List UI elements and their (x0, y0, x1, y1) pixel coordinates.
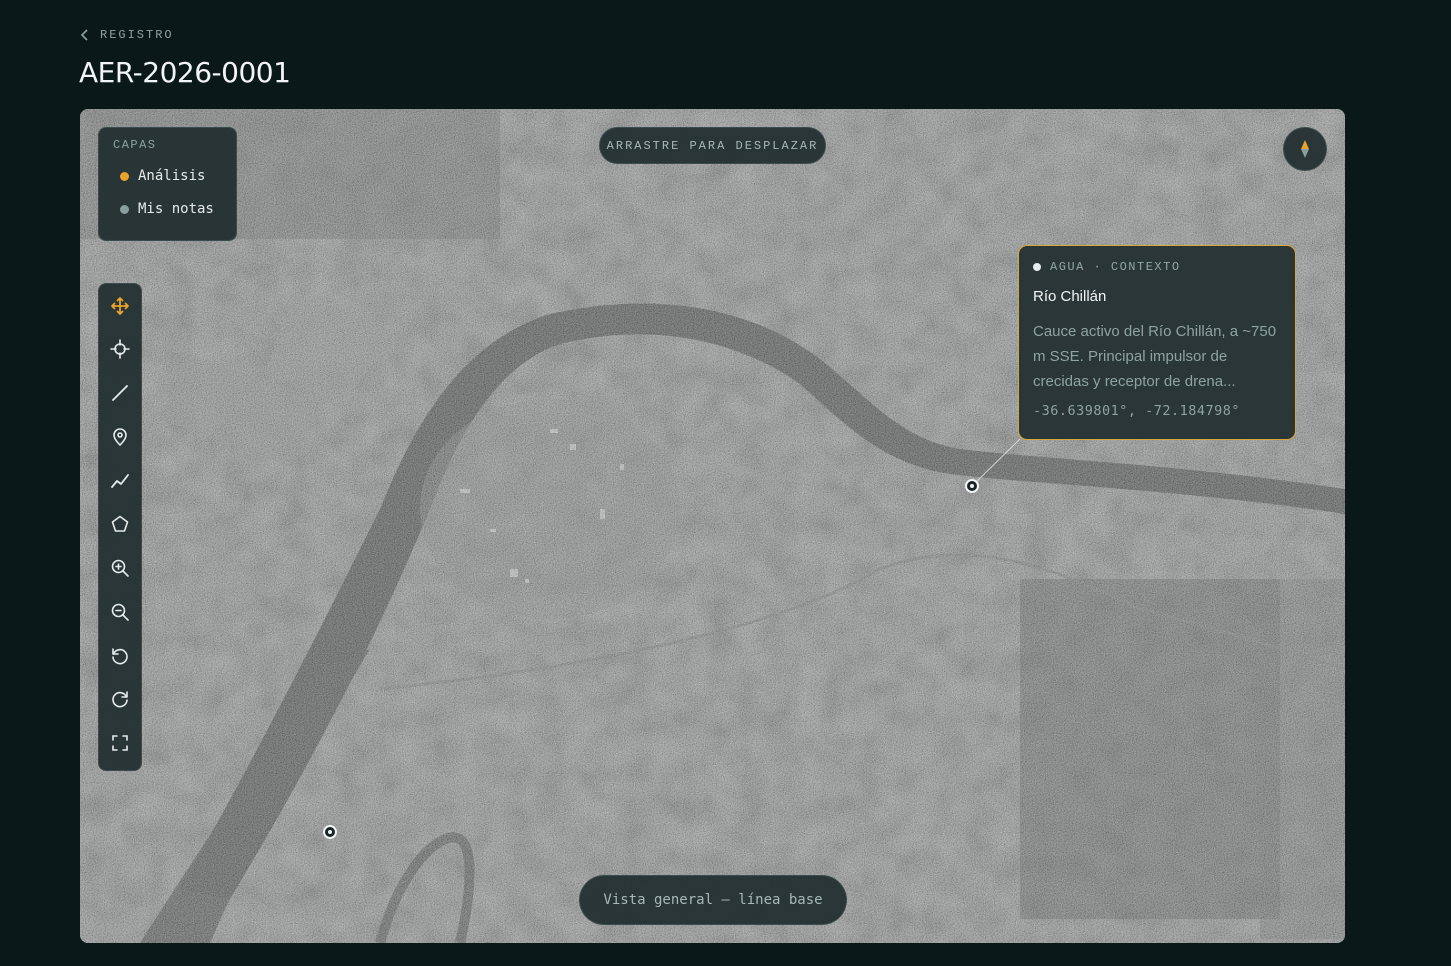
polyline-icon (111, 473, 129, 488)
compass-north-icon (1301, 140, 1309, 158)
compass-button[interactable] (1283, 127, 1327, 171)
tool-zoom-in[interactable] (103, 551, 137, 584)
tool-pan[interactable] (103, 289, 137, 322)
layers-panel: CAPAS Análisis Mis notas (98, 127, 237, 241)
tool-polygon[interactable] (103, 508, 137, 541)
layer-label: Análisis (138, 168, 206, 184)
tool-polyline[interactable] (103, 464, 137, 497)
zoom-in-icon (111, 559, 129, 577)
layers-title: CAPAS (113, 138, 157, 152)
tool-zoom-out[interactable] (103, 595, 137, 628)
tool-fullscreen[interactable] (103, 726, 137, 759)
rotate-right-icon (112, 691, 128, 708)
crosshair-icon (110, 339, 130, 360)
line-icon (112, 385, 128, 402)
popup-title: Río Chillán (1033, 288, 1107, 305)
zoom-out-icon (111, 603, 129, 621)
map-marker-rio-chillan[interactable] (965, 479, 979, 493)
back-to-registro-link[interactable]: REGISTRO (80, 28, 174, 42)
popup-category-tag: AGUA · CONTEXTO (1033, 260, 1281, 274)
rotate-left-icon (112, 647, 128, 664)
tool-rotate-right[interactable] (103, 683, 137, 716)
popup-description: Cauce activo del Río Chillán, a ~750 m S… (1033, 323, 1277, 390)
layer-toggle-analisis[interactable]: Análisis (113, 168, 222, 184)
popup-tag-label: AGUA · CONTEXTO (1050, 260, 1181, 274)
view-label: Vista general — línea base (579, 875, 847, 925)
map-viewport[interactable]: CAPAS Análisis Mis notas ARRASTRE PARA D… (80, 109, 1345, 943)
layer-color-dot (120, 171, 129, 181)
popup-coordinates: -36.639801°, -72.184798° (1033, 403, 1241, 419)
category-dot-icon (1033, 263, 1041, 271)
tool-measure-line[interactable] (103, 376, 137, 409)
move-icon (111, 296, 129, 315)
fullscreen-icon (112, 735, 128, 751)
back-link-label: REGISTRO (100, 28, 174, 42)
pin-icon (113, 428, 127, 446)
polygon-icon (111, 516, 129, 533)
page-title: AER-2026-0001 (79, 56, 291, 89)
layer-color-dot (120, 204, 129, 214)
feature-popup: AGUA · CONTEXTO Río Chillán Cauce activo… (1018, 245, 1296, 440)
map-marker[interactable] (323, 825, 337, 839)
drag-hint: ARRASTRE PARA DESPLAZAR (599, 127, 826, 164)
chevron-left-icon (80, 29, 88, 41)
map-toolbar (98, 283, 142, 771)
layer-label: Mis notas (138, 201, 214, 217)
sar-satellite-image (80, 109, 1345, 943)
tool-crosshair[interactable] (103, 333, 137, 366)
tool-place-pin[interactable] (103, 420, 137, 453)
layer-toggle-mis-notas[interactable]: Mis notas (113, 201, 222, 217)
tool-rotate-left[interactable] (103, 639, 137, 672)
